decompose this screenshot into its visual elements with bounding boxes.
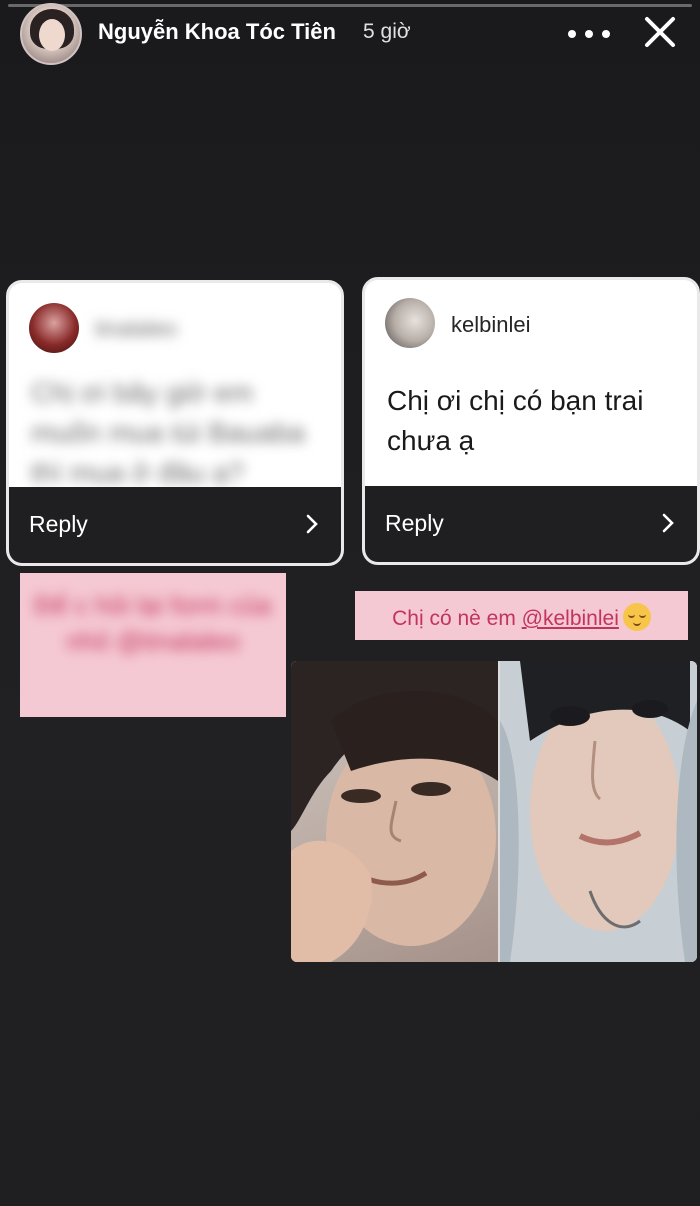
more-dots-icon[interactable] [568,22,610,46]
photo-collage [291,661,697,962]
relieved-face-emoji [622,603,651,631]
author-name[interactable]: Nguyễn Khoa Tóc Tiên [98,19,336,45]
mention-link[interactable]: @kelbinlei [522,607,619,630]
author-avatar[interactable] [20,3,82,65]
photo-left [291,661,498,962]
question-text: Chị ơi bây giờ em muốn mua túi Bauaba th… [31,377,305,488]
question-text: Chị ơi chị có bạn trai chưa ạ [387,385,644,456]
chevron-right-icon [306,514,318,534]
chevron-right-icon [662,513,674,533]
answer-text: Chị có nè em [392,607,522,630]
question-card: tinalaleo Chị ơi bây giờ em muốn mua túi… [6,280,344,566]
answer-sticker: Để c hỏi lại form của nhỏ @tinalaleo [20,573,286,717]
asker-avatar [29,303,79,353]
story-header: Nguyễn Khoa Tóc Tiên 5 giờ [0,0,700,70]
asker-handle[interactable]: kelbinlei [451,312,531,338]
reply-button[interactable]: Reply [9,487,341,563]
reply-label: Reply [29,511,88,537]
answer-sticker: Chị có nè em @kelbinlei [355,591,688,640]
photo-right [500,661,697,962]
close-icon[interactable] [642,14,678,50]
asker-handle: tinalaleo [95,316,177,341]
answer-text: Để c hỏi lại form của nhỏ @tinalaleo [34,590,272,656]
reply-button[interactable]: Reply [365,486,697,562]
asker-avatar [385,298,435,348]
reply-label: Reply [385,510,444,536]
story-time: 5 giờ [363,20,411,43]
question-card: kelbinlei Chị ơi chị có bạn trai chưa ạ … [362,277,700,565]
